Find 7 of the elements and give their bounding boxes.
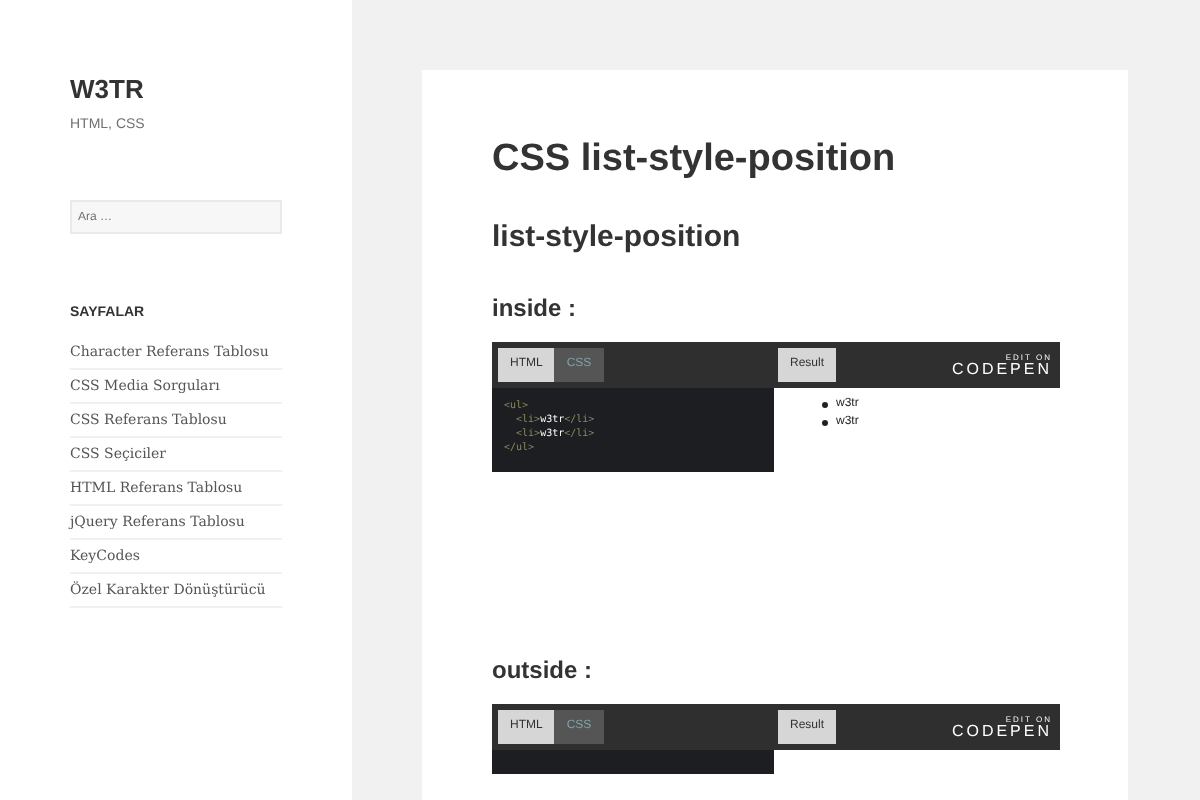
bullet-icon [822, 402, 828, 408]
section-heading: outside : [492, 654, 594, 686]
site-title[interactable]: W3TR [70, 70, 282, 109]
bullet-icon [822, 420, 828, 426]
article-title: CSS list-style-position [492, 136, 898, 184]
article-subtitle: list-style-position [492, 218, 743, 258]
section-heading: inside : [492, 292, 579, 324]
